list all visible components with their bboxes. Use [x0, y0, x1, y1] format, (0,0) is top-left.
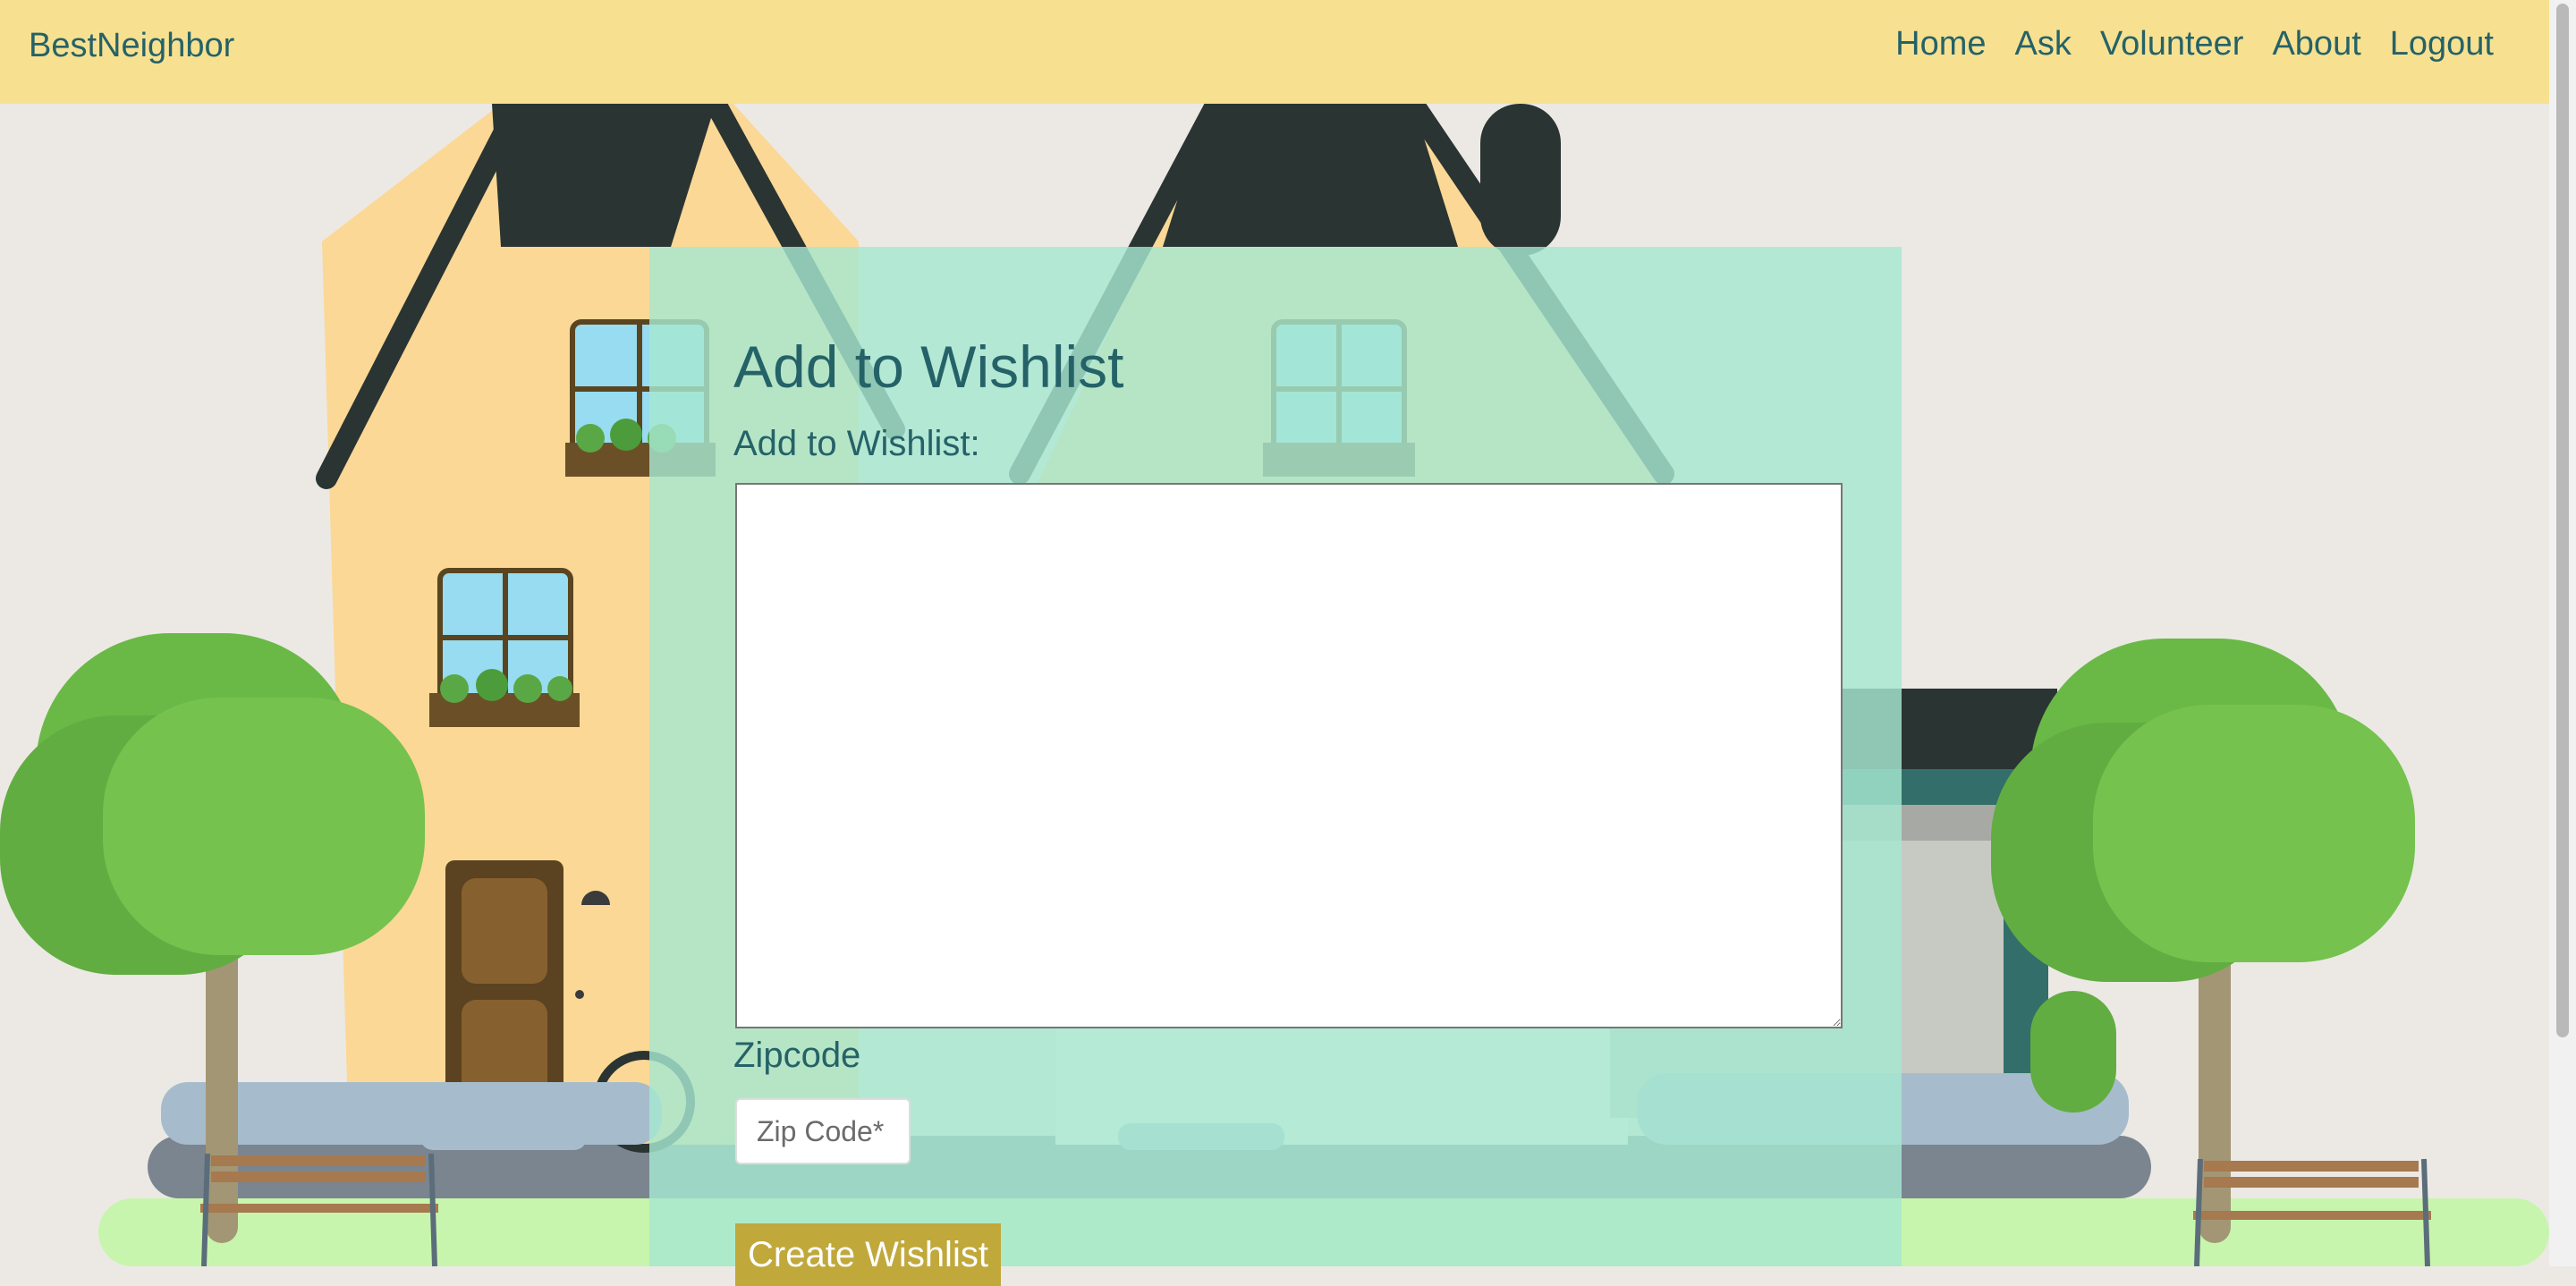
- nav-links: Home Ask Volunteer About Logout: [1881, 25, 2508, 63]
- page-scrollbar[interactable]: [2549, 0, 2576, 1266]
- nav-link-logout[interactable]: Logout: [2376, 25, 2508, 63]
- nav-link-volunteer[interactable]: Volunteer: [2086, 25, 2258, 63]
- create-wishlist-button[interactable]: Create Wishlist: [735, 1223, 1001, 1286]
- page-title: Add to Wishlist: [733, 334, 1124, 400]
- nav-link-about[interactable]: About: [2258, 25, 2375, 63]
- nav-link-ask[interactable]: Ask: [2001, 25, 2086, 63]
- brand-link[interactable]: BestNeighbor: [29, 27, 234, 65]
- scrollbar-thumb[interactable]: [2556, 4, 2569, 1037]
- zipcode-label: Zipcode: [733, 1036, 861, 1075]
- wishlist-textarea[interactable]: [735, 483, 1843, 1028]
- zipcode-input[interactable]: [735, 1098, 911, 1164]
- wishlist-label: Add to Wishlist:: [733, 424, 980, 463]
- wishlist-form-panel: Add to Wishlist Add to Wishlist: Zipcode…: [649, 247, 1902, 1286]
- nav-link-home[interactable]: Home: [1881, 25, 2000, 63]
- navbar: BestNeighbor Home Ask Volunteer About Lo…: [0, 0, 2549, 104]
